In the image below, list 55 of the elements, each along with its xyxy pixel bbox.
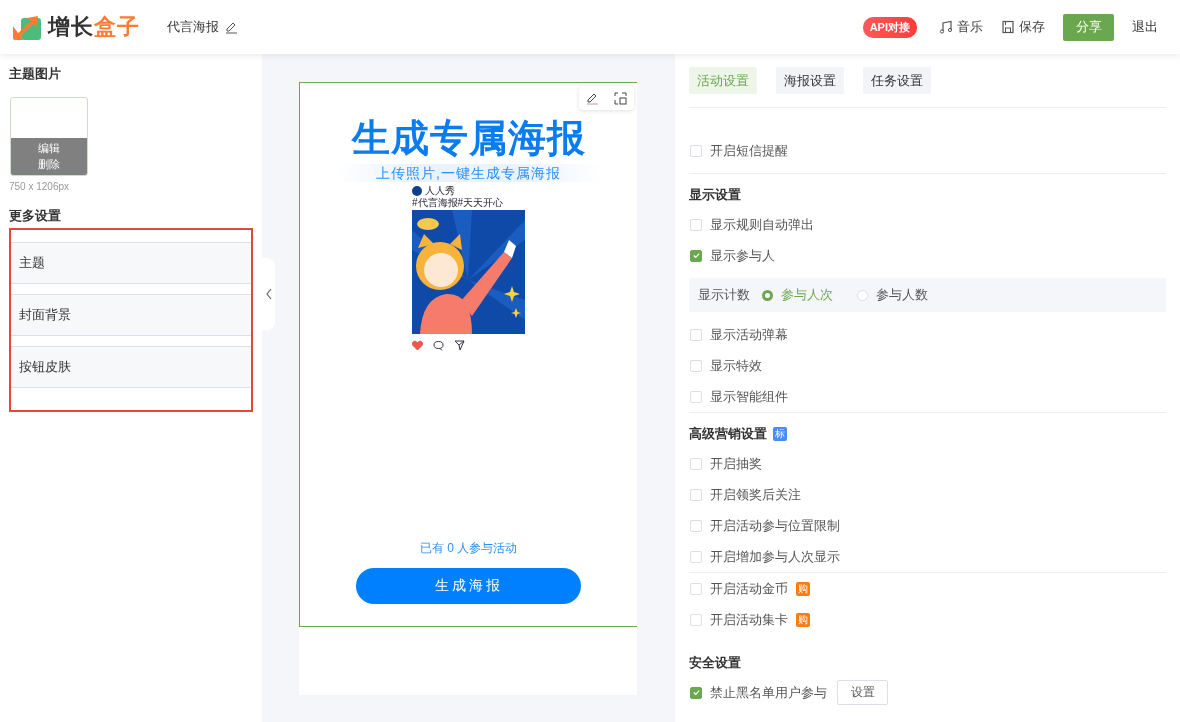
section-title: 显示设置 — [689, 186, 741, 204]
section-title: 高级营销设置 — [689, 425, 767, 443]
checkbox-label: 禁止黑名单用户参与 — [710, 683, 827, 702]
checkbox-label: 开启抽奖 — [710, 454, 762, 473]
save-icon — [1001, 20, 1015, 34]
settings-item[interactable]: 主题 — [11, 242, 251, 284]
tag-badge: 标 — [773, 427, 787, 441]
send-icon[interactable] — [454, 340, 465, 351]
save-button[interactable]: 保存 — [1001, 18, 1045, 36]
checkbox-label: 开启活动参与位置限制 — [710, 516, 840, 535]
poster-title: 生成专属海报 — [351, 116, 586, 161]
participants-count: 已有 0 人参与活动 — [419, 540, 518, 557]
music-button[interactable]: 音乐 — [939, 18, 983, 36]
radio-option[interactable]: 参与人数 — [857, 286, 928, 304]
size-hint: 750 x 1206px — [9, 181, 71, 192]
section-title: 更多设置 — [9, 207, 62, 225]
checkbox[interactable] — [690, 249, 702, 262]
comment-icon[interactable] — [433, 340, 444, 351]
settings-button[interactable]: 设置 — [837, 680, 888, 705]
exit-button[interactable]: 退出 — [1132, 18, 1158, 36]
checkbox[interactable] — [690, 686, 702, 699]
edit-icon[interactable] — [586, 91, 600, 105]
crop-icon[interactable] — [613, 91, 627, 105]
checkbox-label: 开启短信提醒 — [710, 141, 788, 160]
section-title: 主题图片 — [9, 65, 62, 83]
image-action-link[interactable]: 编辑 — [38, 141, 60, 156]
document-title: 代言海报 — [167, 18, 219, 36]
checkbox-label: 开启领奖后关注 — [710, 485, 801, 504]
checkbox-label: 开启活动金币 — [710, 579, 788, 598]
checkbox-label: 显示参与人 — [710, 246, 775, 265]
checkbox-label: 显示规则自动弹出 — [710, 215, 814, 234]
account-name: 人人秀 — [425, 184, 455, 197]
logo-text: 增长盒子 — [48, 13, 140, 41]
checkbox-label: 显示智能组件 — [710, 387, 788, 406]
tab[interactable]: 任务设置 — [863, 67, 931, 94]
avatar — [412, 185, 422, 196]
music-note-icon — [939, 20, 953, 34]
tag-badge: 购 — [796, 612, 810, 627]
image-action-link[interactable]: 删除 — [38, 157, 60, 172]
generate-poster-button[interactable]: 生成海报 — [356, 568, 581, 604]
logo-icon — [13, 14, 41, 40]
tag-badge: 购 — [796, 581, 810, 596]
checkbox-label: 开启增加参与人次显示 — [710, 547, 840, 566]
radio-group-label: 显示计数 — [698, 286, 750, 304]
settings-item[interactable]: 按钮皮肤 — [11, 346, 251, 388]
heart-icon[interactable] — [412, 340, 423, 351]
edit-icon[interactable] — [225, 20, 238, 34]
section-title: 安全设置 — [689, 654, 741, 672]
hashtags: #代言海报#天天开心 — [412, 197, 505, 209]
tab[interactable]: 海报设置 — [776, 67, 844, 94]
checkbox-label: 开启活动集卡 — [710, 610, 788, 629]
collapse-handle[interactable] — [262, 258, 275, 330]
checkbox-label: 显示特效 — [710, 356, 762, 375]
checkbox-label: 显示活动弹幕 — [710, 325, 788, 344]
settings-item[interactable]: 封面背景 — [11, 294, 251, 336]
